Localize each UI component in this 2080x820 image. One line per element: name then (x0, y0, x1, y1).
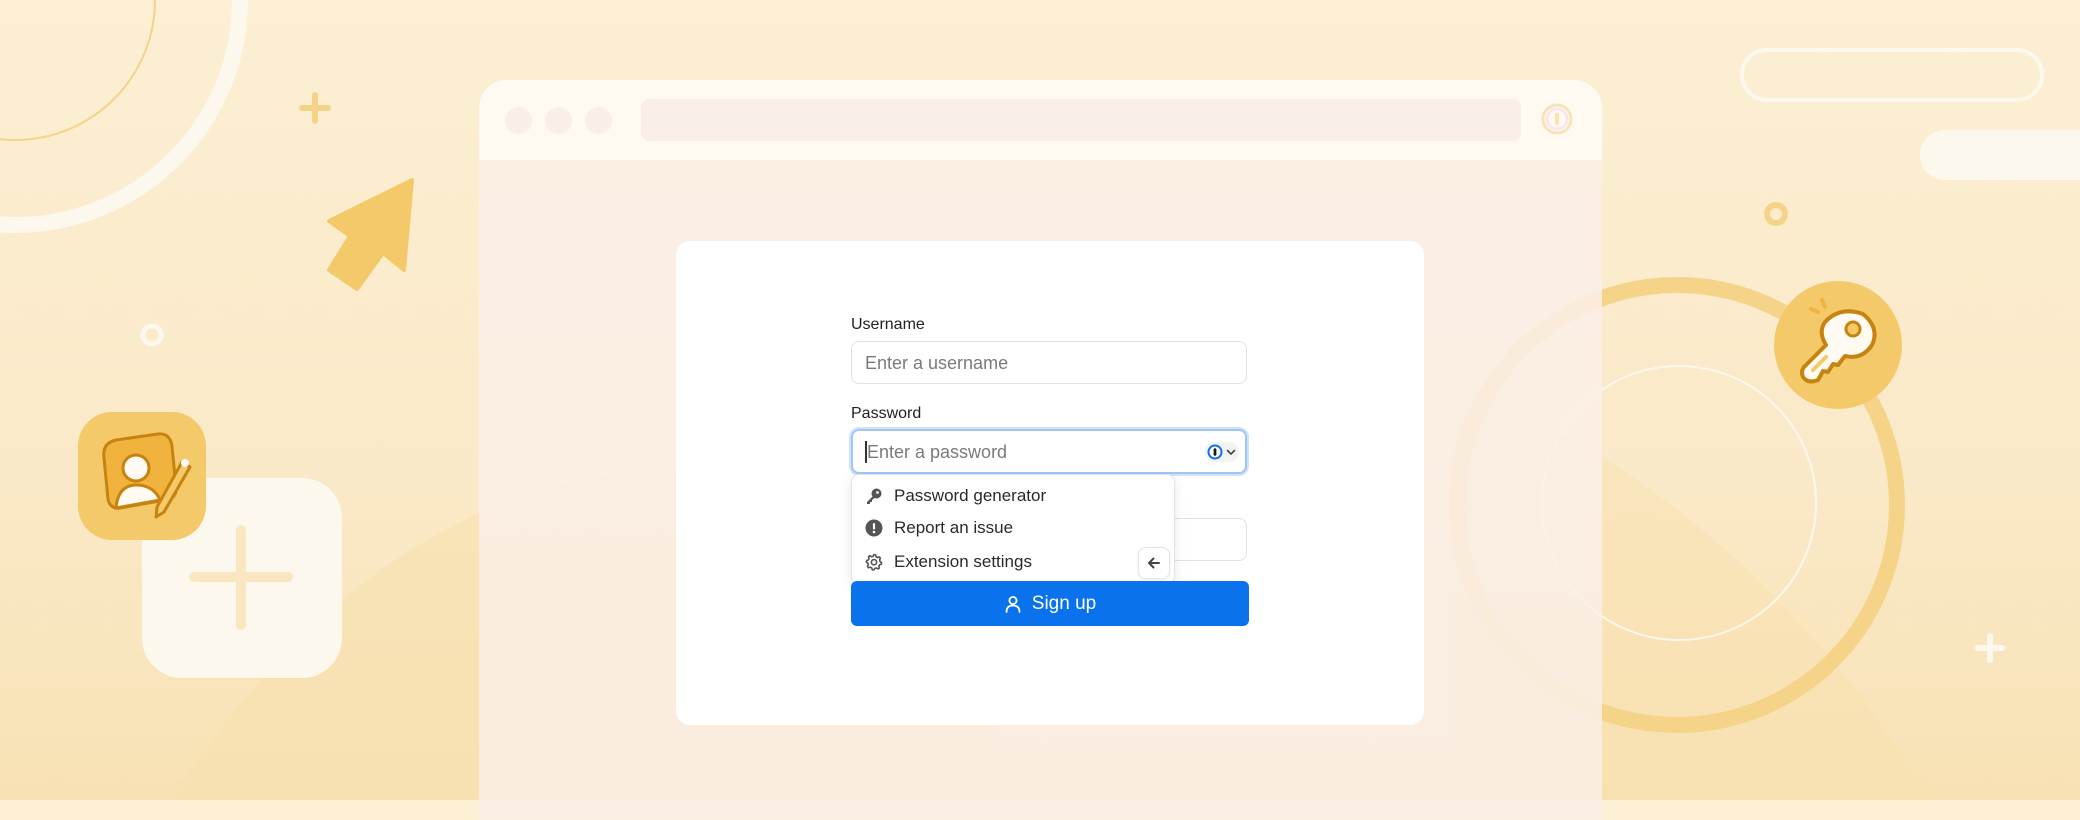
user-icon (1005, 595, 1021, 613)
signup-label: Sign up (1031, 592, 1097, 614)
username-input[interactable] (865, 353, 1181, 374)
arrow-left-icon (1148, 557, 1160, 569)
window-dot-close (505, 107, 532, 134)
window-dot-minimize (545, 107, 572, 134)
menu-item-label: Report an issue (894, 518, 1014, 537)
password-field[interactable] (851, 429, 1247, 474)
pill-filled (1920, 130, 2080, 180)
gear-icon (864, 552, 884, 572)
cursor-arrow-icon (327, 178, 414, 291)
window-dot-maximize (585, 107, 612, 134)
key-icon (864, 486, 884, 506)
password-input[interactable] (867, 442, 1181, 463)
signup-button[interactable]: Sign up (851, 581, 1249, 626)
password-manager-logo-icon (1541, 103, 1573, 135)
arc-thin (0, 0, 156, 141)
address-bar (641, 99, 1521, 141)
exclamation-circle-icon (864, 518, 884, 538)
autofill-menu: Password generator Report an issue Exten… (851, 474, 1175, 584)
menu-item-report-issue[interactable]: Report an issue (852, 513, 1174, 543)
autofill-button[interactable] (1205, 442, 1239, 462)
menu-item-label: Extension settings (894, 552, 1032, 571)
password-label: Password (851, 405, 922, 422)
username-field[interactable] (851, 341, 1247, 384)
menu-back-button[interactable] (1138, 547, 1170, 579)
menu-item-label: Password generator (894, 486, 1047, 505)
plus-decoration-right (1975, 633, 2005, 663)
password-manager-logo-icon (1207, 444, 1223, 460)
plus-decoration (299, 92, 331, 124)
ring-decoration-gold (1764, 202, 1788, 226)
pill-outline (1740, 48, 2044, 102)
browser-toolbar (479, 80, 1602, 160)
menu-item-extension-settings[interactable]: Extension settings (852, 547, 1174, 577)
menu-item-password-generator[interactable]: Password generator (852, 481, 1174, 511)
ring-decoration (140, 323, 164, 347)
username-label: Username (851, 316, 925, 333)
chevron-down-icon (1226, 449, 1236, 455)
arc-large (0, 0, 248, 233)
